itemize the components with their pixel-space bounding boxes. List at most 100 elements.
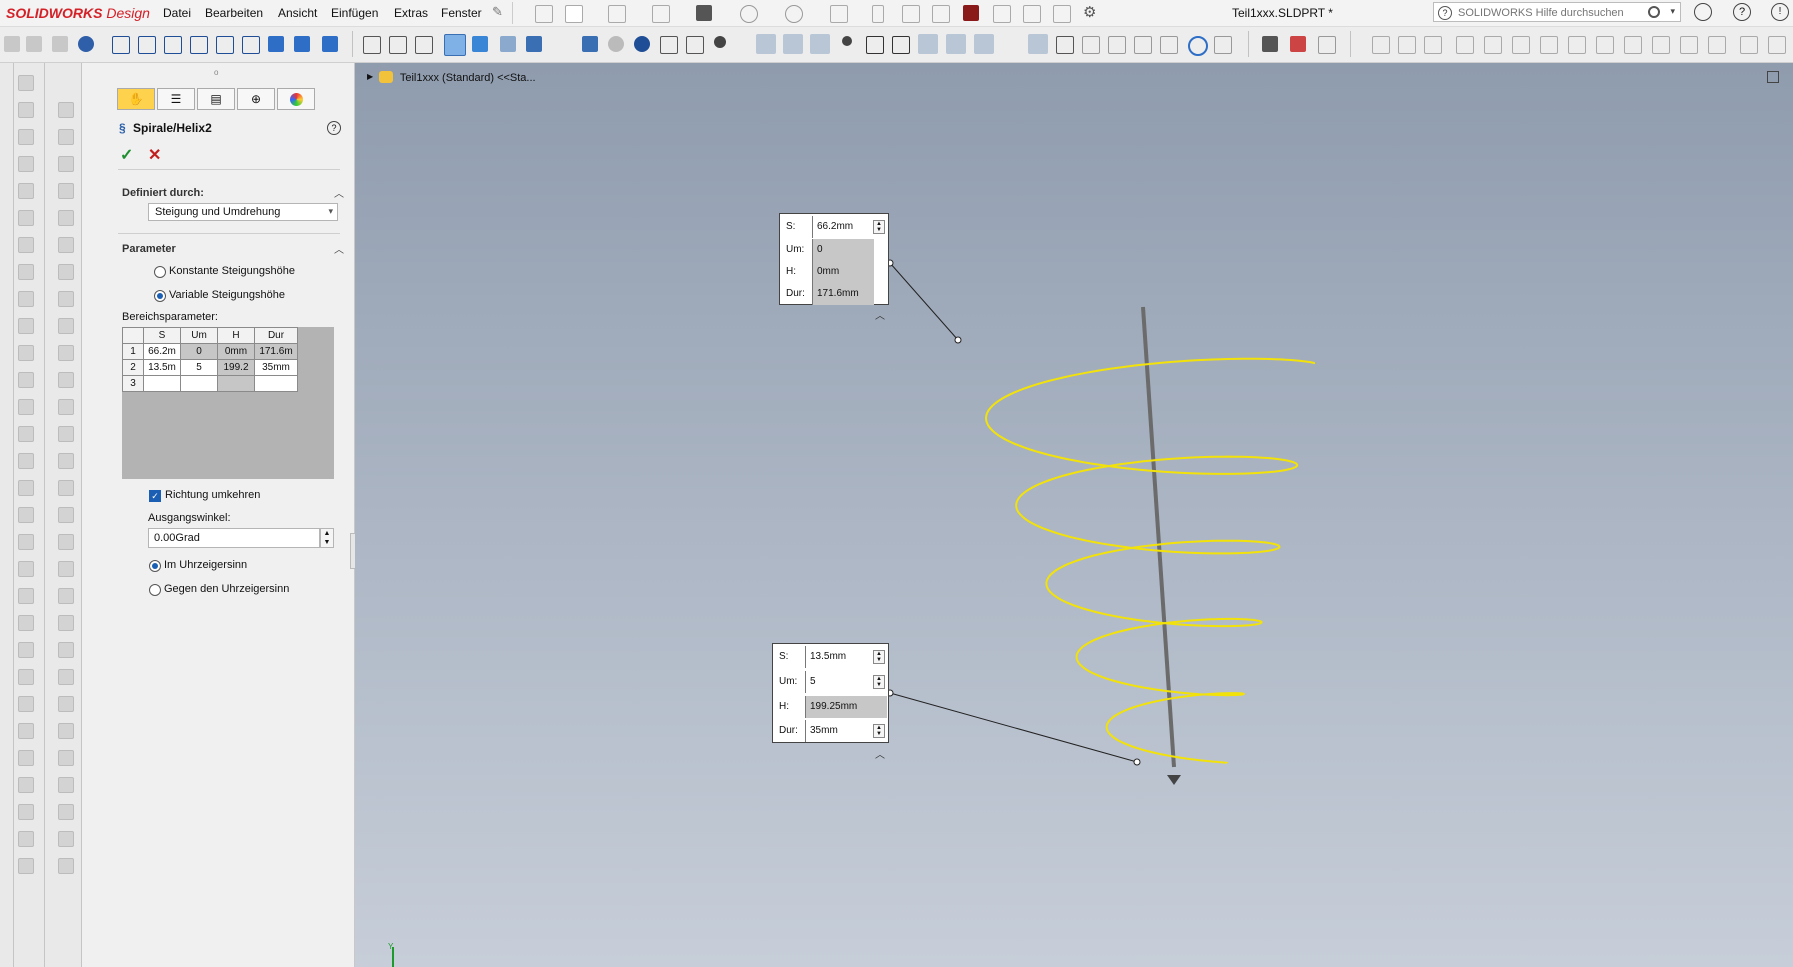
sketch-icon[interactable] bbox=[4, 36, 20, 52]
table-cell[interactable] bbox=[254, 375, 298, 392]
macro-icon[interactable] bbox=[963, 5, 979, 21]
menu-bearbeiten[interactable]: Bearbeiten bbox=[205, 6, 263, 20]
shaded-icon[interactable] bbox=[472, 36, 488, 52]
spin-up-icon[interactable]: ▲ bbox=[324, 530, 331, 537]
home-icon[interactable] bbox=[535, 5, 553, 23]
feature-tool-b-icon[interactable] bbox=[1398, 36, 1416, 54]
spinner-icon[interactable]: ▲ ▼ bbox=[873, 220, 885, 234]
defined-by-dropdown[interactable]: Steigung und Umdrehung ▾ bbox=[148, 203, 338, 221]
options-grid-icon[interactable] bbox=[932, 5, 950, 23]
pin-icon[interactable]: ✎ bbox=[492, 4, 503, 20]
cancel-x-icon[interactable]: ✕ bbox=[148, 145, 161, 165]
view-sketch-relations-icon[interactable] bbox=[756, 34, 776, 54]
command-tool-icon[interactable] bbox=[18, 237, 34, 253]
command-tool-icon[interactable] bbox=[18, 318, 34, 334]
command-tool-icon[interactable] bbox=[18, 210, 34, 226]
rotate-view-icon[interactable] bbox=[1188, 36, 1208, 56]
menu-datei[interactable]: Datei bbox=[163, 6, 191, 20]
callout-value-s[interactable]: 13.5mm bbox=[805, 646, 873, 668]
command-tool-icon[interactable] bbox=[18, 480, 34, 496]
view-planes-icon[interactable] bbox=[783, 34, 803, 54]
helix-end-point[interactable] bbox=[1133, 758, 1141, 766]
command-tool-icon[interactable] bbox=[58, 642, 74, 658]
table-cell[interactable] bbox=[180, 375, 218, 392]
help-icon[interactable]: ? bbox=[327, 121, 341, 135]
view-back-icon[interactable] bbox=[138, 36, 156, 54]
view-annotations-icon[interactable] bbox=[1028, 34, 1048, 54]
view-3d-sketch-icon[interactable] bbox=[974, 34, 994, 54]
command-tool-icon[interactable] bbox=[58, 237, 74, 253]
radio-clockwise[interactable] bbox=[149, 560, 161, 572]
radio-counterclockwise[interactable] bbox=[149, 584, 161, 596]
command-tool-icon[interactable] bbox=[18, 129, 34, 145]
feature-tool-j-icon[interactable] bbox=[1624, 36, 1642, 54]
command-tool-icon[interactable] bbox=[58, 858, 74, 874]
save-icon[interactable] bbox=[652, 5, 670, 23]
tab-configuration-manager[interactable]: ▤ bbox=[197, 88, 235, 110]
command-tool-icon[interactable] bbox=[18, 426, 34, 442]
view-bottom-icon[interactable] bbox=[242, 36, 260, 54]
file-properties-icon[interactable] bbox=[902, 5, 920, 23]
command-tool-icon[interactable] bbox=[18, 588, 34, 604]
start-angle-spinner[interactable]: ▲ ▼ bbox=[320, 528, 334, 548]
callout-value-um[interactable]: 5 bbox=[805, 671, 873, 693]
hidden-lines-removed-icon[interactable] bbox=[415, 36, 433, 54]
gear-icon[interactable]: ⚙ bbox=[1083, 3, 1096, 21]
tab-dimxpert-manager[interactable]: ⊕ bbox=[237, 88, 275, 110]
command-tool-icon[interactable] bbox=[58, 345, 74, 361]
command-tool-icon[interactable] bbox=[58, 453, 74, 469]
view-axes-icon[interactable] bbox=[810, 34, 830, 54]
command-tool-icon[interactable] bbox=[58, 183, 74, 199]
table-cell[interactable]: 5 bbox=[180, 359, 218, 376]
view-points-icon[interactable] bbox=[892, 36, 910, 54]
tab-property-manager[interactable]: ✋ bbox=[117, 88, 155, 110]
callout-value-s[interactable]: 66.2mm bbox=[812, 216, 874, 238]
command-tool-icon[interactable] bbox=[18, 75, 34, 91]
command-tool-icon[interactable] bbox=[58, 777, 74, 793]
callout-value-dur[interactable]: 35mm bbox=[805, 720, 873, 742]
view-dimetric-icon[interactable] bbox=[322, 36, 338, 52]
redo-icon[interactable] bbox=[785, 5, 803, 23]
snapshot-icon[interactable] bbox=[1318, 36, 1336, 54]
section-view-icon[interactable] bbox=[500, 36, 516, 52]
command-tool-icon[interactable] bbox=[58, 831, 74, 847]
feature-tool-g-icon[interactable] bbox=[1540, 36, 1558, 54]
reverse-direction-checkbox[interactable]: ✓ bbox=[149, 490, 161, 502]
command-tool-icon[interactable] bbox=[58, 723, 74, 739]
view-isometric-icon[interactable] bbox=[268, 36, 284, 52]
command-tool-icon[interactable] bbox=[18, 183, 34, 199]
command-tool-icon[interactable] bbox=[58, 534, 74, 550]
view-front-icon[interactable] bbox=[112, 36, 130, 54]
start-angle-input[interactable]: 0.00Grad bbox=[148, 528, 320, 548]
graphics-area[interactable]: ▶ Teil1xxx (Standard) <<Sta... Y S: 66.2… bbox=[355, 63, 1793, 967]
spinner-icon[interactable]: ▲ ▼ bbox=[873, 675, 885, 689]
command-tool-icon[interactable] bbox=[58, 210, 74, 226]
table-cell[interactable]: 66.2m bbox=[143, 343, 181, 360]
feature-tool-k-icon[interactable] bbox=[1652, 36, 1670, 54]
command-tool-icon[interactable] bbox=[18, 507, 34, 523]
view-dimension-names-icon[interactable] bbox=[1056, 36, 1074, 54]
move-icon[interactable] bbox=[526, 36, 542, 52]
undo-icon[interactable] bbox=[740, 5, 758, 23]
appearance-sphere-icon[interactable] bbox=[608, 36, 624, 52]
menu-extras[interactable]: Extras bbox=[394, 6, 428, 20]
command-tool-icon[interactable] bbox=[58, 264, 74, 280]
command-tool-icon[interactable] bbox=[58, 804, 74, 820]
feature-tool-f-icon[interactable] bbox=[1512, 36, 1530, 54]
command-tool-icon[interactable] bbox=[18, 642, 34, 658]
help-search-input[interactable] bbox=[1456, 4, 1650, 22]
command-tool-icon[interactable] bbox=[18, 264, 34, 280]
command-tool-icon[interactable] bbox=[58, 669, 74, 685]
view-top-icon[interactable] bbox=[216, 36, 234, 54]
command-tool-icon[interactable] bbox=[18, 399, 34, 415]
command-tool-icon[interactable] bbox=[58, 372, 74, 388]
view-origins-icon[interactable] bbox=[842, 36, 852, 46]
edit-appearance-icon[interactable] bbox=[686, 36, 704, 54]
command-tool-icon[interactable] bbox=[58, 129, 74, 145]
collapse-chevron-icon[interactable]: ︿ bbox=[334, 241, 344, 256]
command-tool-icon[interactable] bbox=[18, 102, 34, 118]
view-decals-icon[interactable] bbox=[1108, 36, 1126, 54]
view-curves-icon[interactable] bbox=[946, 34, 966, 54]
hide-show-icon[interactable] bbox=[714, 36, 726, 48]
open-folder-icon[interactable] bbox=[608, 5, 626, 23]
